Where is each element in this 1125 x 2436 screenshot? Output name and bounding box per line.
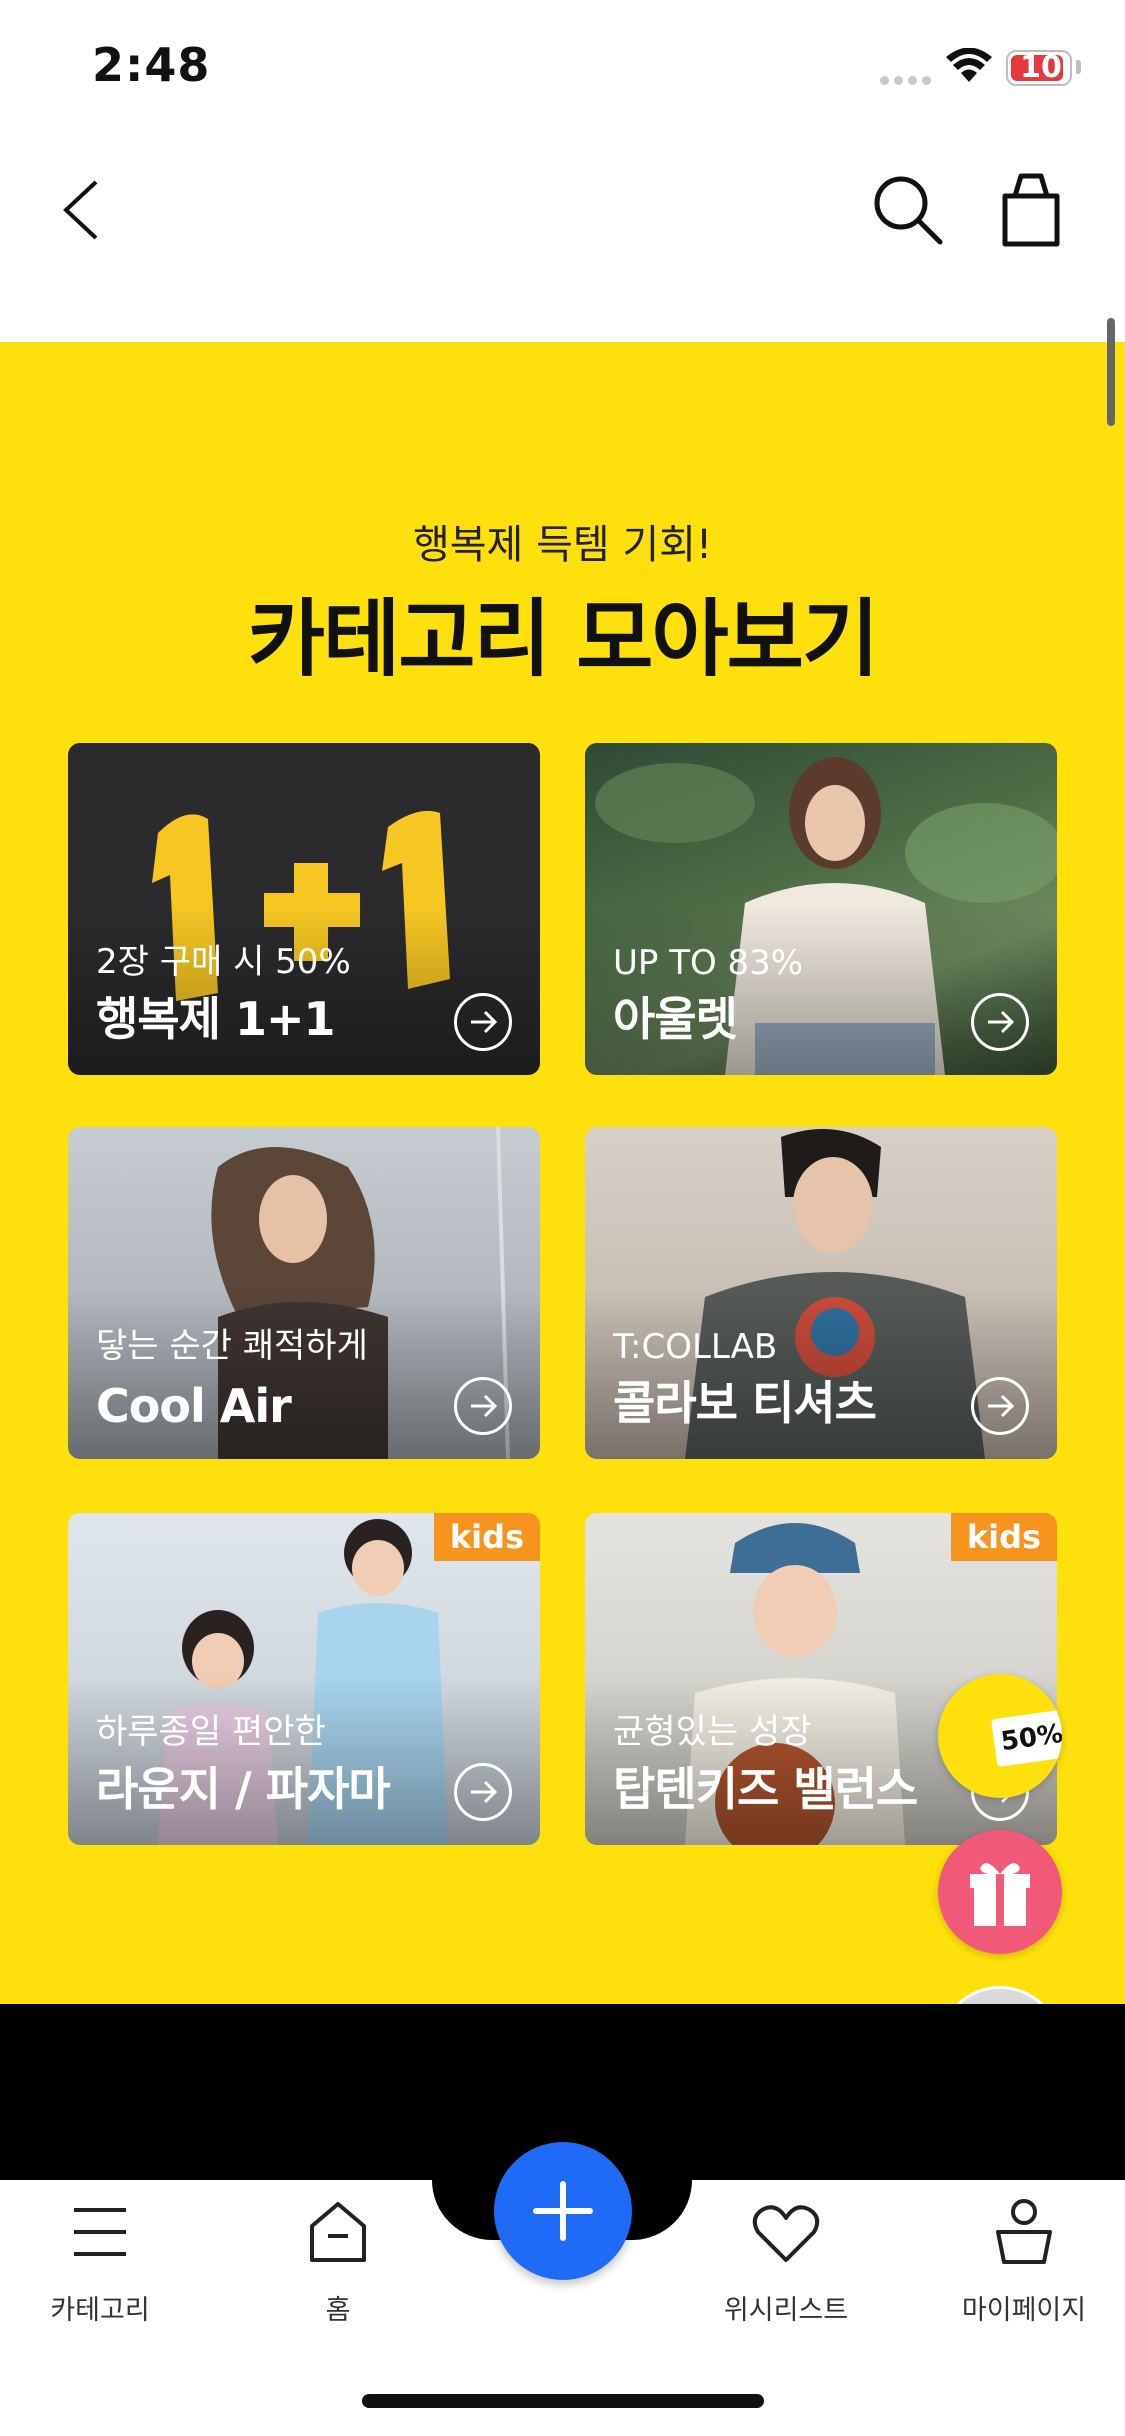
- add-fab-button[interactable]: [494, 2142, 632, 2280]
- wifi-icon: [946, 47, 992, 88]
- arrow-right-icon: [454, 1763, 512, 1821]
- card-subtitle: 하루종일 편안한: [96, 1712, 326, 1752]
- tab-home[interactable]: 홈: [238, 2180, 438, 2340]
- tab-label: 카테고리: [50, 2295, 150, 2326]
- card-subtitle: 균형있는 성장: [613, 1712, 812, 1752]
- card-title: Cool Air: [96, 1379, 292, 1433]
- scrollbar[interactable]: [1107, 318, 1115, 426]
- battery-level: 10: [1020, 50, 1062, 85]
- card-title: 아울렛: [613, 992, 738, 1046]
- card-subtitle: 2장 구매 시 50%: [96, 942, 351, 982]
- home-icon: [310, 2202, 366, 2262]
- battery-tip: [1076, 60, 1081, 74]
- category-card-lounge-pajama[interactable]: kids 하루종일 편안한 라운지 / 파자마: [68, 1513, 540, 1845]
- status-time: 2:48: [92, 38, 211, 92]
- card-title: 라운지 / 파자마: [96, 1762, 391, 1816]
- category-card-1plus1[interactable]: 2장 구매 시 50% 행복제 1+1: [68, 743, 540, 1075]
- card-subtitle: UP TO 83%: [613, 943, 804, 983]
- arrow-right-icon: [454, 993, 512, 1051]
- card-title: 콜라보 티셔츠: [613, 1376, 877, 1430]
- tab-wishlist[interactable]: 위시리스트: [686, 2180, 886, 2340]
- search-button[interactable]: [866, 168, 950, 252]
- heart-icon: [752, 2205, 820, 2262]
- category-card-outlet[interactable]: UP TO 83% 아울렛: [585, 743, 1057, 1075]
- tab-label: 마이페이지: [961, 2295, 1087, 2326]
- search-icon: [874, 176, 943, 245]
- user-icon: [996, 2199, 1052, 2264]
- tab-label: 위시리스트: [723, 2295, 849, 2326]
- battery-icon: 10: [1006, 50, 1072, 86]
- tab-mypage[interactable]: 마이페이지: [924, 2180, 1124, 2340]
- card-subtitle: T:COLLAB: [613, 1327, 778, 1367]
- chevron-left-icon: [63, 180, 98, 240]
- category-card-collab-tee[interactable]: T:COLLAB 콜라보 티셔츠: [585, 1127, 1057, 1459]
- coupon-label: 50%: [991, 1708, 1062, 1768]
- tab-label: 홈: [325, 2295, 351, 2326]
- menu-icon: [74, 2208, 126, 2256]
- category-card-cool-air[interactable]: 닿는 순간 쾌적하게 Cool Air: [68, 1127, 540, 1459]
- coupon-floating-button[interactable]: 50%: [938, 1674, 1062, 1798]
- card-title: 탑텐키즈 밸런스: [613, 1762, 918, 1816]
- shopping-bag-icon: [1002, 173, 1060, 247]
- gift-button[interactable]: [938, 1830, 1062, 1954]
- card-title: 행복제 1+1: [96, 992, 336, 1046]
- back-button[interactable]: [50, 170, 110, 250]
- card-subtitle: 닿는 순간 쾌적하게: [96, 1326, 368, 1366]
- signal-icon: [880, 70, 936, 89]
- cart-button[interactable]: [996, 168, 1066, 252]
- arrow-right-icon: [971, 1377, 1029, 1435]
- plus-icon: [533, 2181, 593, 2241]
- kids-badge: kids: [434, 1513, 540, 1561]
- tab-category[interactable]: 카테고리: [0, 2180, 200, 2340]
- banner-title: 카테고리 모아보기: [247, 590, 880, 688]
- home-indicator: [362, 2394, 764, 2408]
- kids-badge: kids: [951, 1513, 1057, 1561]
- arrow-right-icon: [971, 993, 1029, 1051]
- banner-subtitle: 행복제 득템 기회!: [412, 522, 713, 568]
- gift-icon: [970, 1863, 1030, 1926]
- arrow-right-icon: [454, 1377, 512, 1435]
